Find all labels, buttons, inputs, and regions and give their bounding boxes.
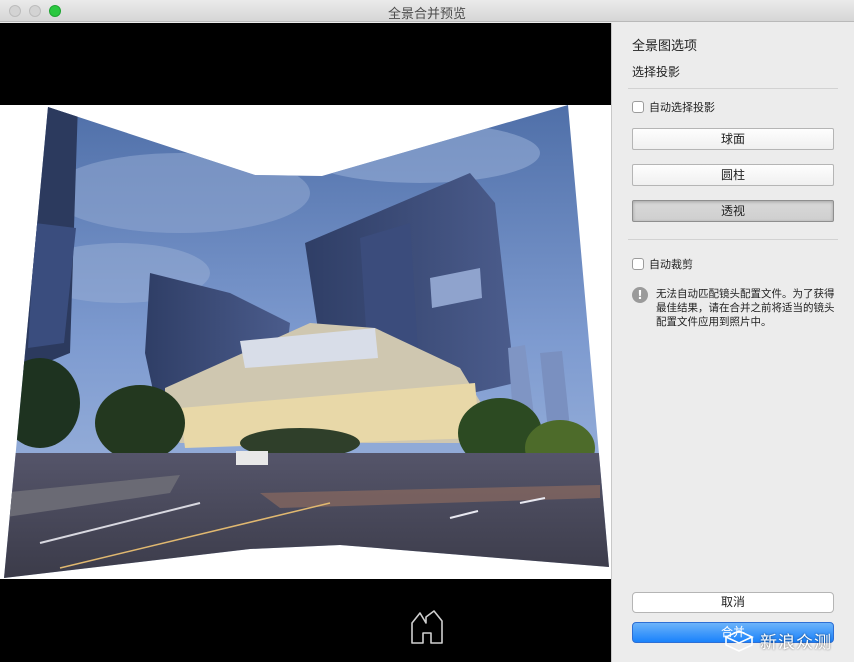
options-panel: 全景图选项 选择投影 自动选择投影 球面 圆柱 透视 自动裁剪 ! 无法自动匹配… (611, 23, 854, 662)
watermark-text: 新浪众测 (760, 633, 832, 653)
panorama-preview (0, 23, 611, 662)
watermark-logo-icon (724, 629, 754, 652)
projection-spherical-button[interactable]: 球面 (632, 128, 834, 150)
divider (628, 88, 838, 89)
panel-title: 全景图选项 (632, 39, 698, 54)
projection-cylindrical-button[interactable]: 圆柱 (632, 164, 834, 186)
auto-projection-checkbox-row[interactable]: 自动选择投影 (632, 99, 715, 115)
auto-projection-label: 自动选择投影 (649, 101, 715, 114)
auto-crop-checkbox[interactable] (632, 258, 644, 270)
warning-text: 无法自动匹配镜头配置文件。为了获得最佳结果，请在合并之前将适当的镜头配置文件应用… (656, 288, 835, 328)
auto-crop-label: 自动裁剪 (649, 258, 693, 271)
lens-profile-warning: ! 无法自动匹配镜头配置文件。为了获得最佳结果，请在合并之前将适当的镜头配置文件… (632, 287, 838, 329)
title-bar: 全景合并预览 (0, 0, 854, 22)
warning-icon: ! (632, 287, 648, 303)
watermark: 新浪众测 (724, 628, 832, 653)
projection-perspective-button[interactable]: 透视 (632, 200, 834, 222)
auto-crop-checkbox-row[interactable]: 自动裁剪 (632, 256, 693, 272)
panorama-image (4, 105, 609, 578)
divider (628, 239, 838, 240)
home-icon[interactable] (407, 607, 447, 647)
projection-heading: 选择投影 (632, 65, 681, 79)
cancel-button[interactable]: 取消 (632, 592, 834, 613)
window-title: 全景合并预览 (387, 7, 466, 22)
auto-projection-checkbox[interactable] (632, 101, 644, 113)
